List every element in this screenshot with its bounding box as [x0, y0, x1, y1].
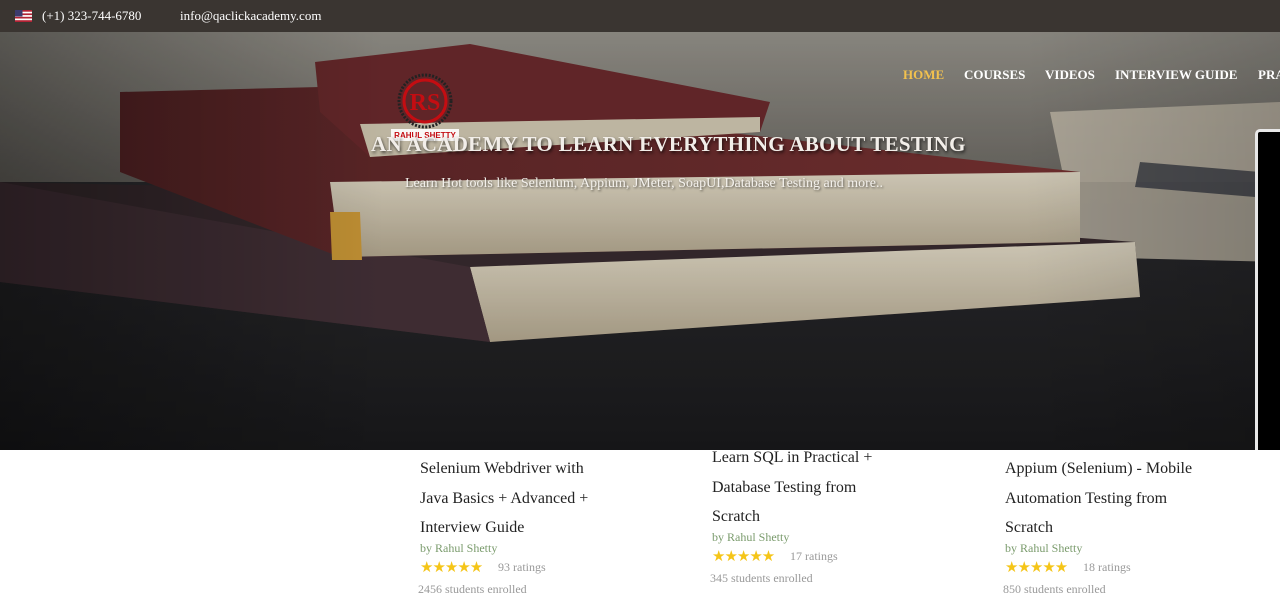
- students-enrolled: 850 students enrolled: [1003, 581, 1106, 596]
- nav-practice[interactable]: PRA: [1258, 67, 1280, 83]
- course-title-line: Learn SQL in Practical +: [712, 449, 873, 466]
- star-rating-icon: ★★★★★: [712, 549, 775, 565]
- us-flag-icon: [15, 10, 32, 22]
- top-contact-bar: (+1) 323-744-6780 info@qaclickacademy.co…: [0, 0, 1280, 32]
- course-title-line: Java Basics + Advanced +: [420, 489, 589, 507]
- star-rating-icon: ★★★★★: [1005, 560, 1068, 576]
- hero-banner: RS RAHUL SHETTY: [0, 32, 1280, 450]
- course-author: by Rahul Shetty: [712, 529, 790, 544]
- nav-home[interactable]: HOME: [903, 67, 944, 83]
- nav-videos[interactable]: VIDEOS: [1045, 67, 1095, 83]
- course-card[interactable]: Learn SQL in Practical + Database Testin…: [710, 443, 962, 586]
- ratings-count: 93 ratings: [498, 560, 546, 574]
- hero-books-image: [0, 32, 1280, 450]
- nav-interview-guide[interactable]: INTERVIEW GUIDE: [1115, 67, 1237, 83]
- course-title-line: Selenium Webdriver with: [420, 460, 584, 477]
- course-title-line: Scratch: [712, 508, 760, 525]
- email-link[interactable]: info@qaclickacademy.com: [180, 8, 321, 24]
- course-author: by Rahul Shetty: [420, 540, 498, 555]
- course-title-line: Interview Guide: [420, 519, 525, 536]
- course-rating: ★★★★★ 18 ratings: [1005, 560, 1275, 576]
- course-title-line: Appium (Selenium) - Mobile: [1005, 460, 1193, 477]
- hero-subtitle: Learn Hot tools like Selenium, Appium, J…: [405, 176, 883, 191]
- ratings-count: 18 ratings: [1083, 560, 1131, 574]
- course-title-line: Database Testing from: [712, 478, 857, 496]
- course-rating: ★★★★★ 17 ratings: [712, 549, 962, 565]
- phone-number[interactable]: (+1) 323-744-6780: [42, 8, 141, 24]
- course-title[interactable]: Appium (Selenium) - Mobile Automation Te…: [1005, 454, 1275, 543]
- star-rating-icon: ★★★★★: [420, 560, 483, 576]
- course-title-line: Automation Testing from: [1005, 489, 1168, 507]
- side-panel: [1255, 129, 1280, 450]
- nav-courses[interactable]: COURSES: [964, 67, 1025, 83]
- course-card[interactable]: Selenium Webdriver with Java Basics + Ad…: [418, 454, 670, 597]
- course-title[interactable]: Selenium Webdriver with Java Basics + Ad…: [420, 454, 670, 543]
- students-enrolled: 345 students enrolled: [710, 570, 813, 585]
- course-title[interactable]: Learn SQL in Practical + Database Testin…: [712, 443, 962, 532]
- course-card[interactable]: Appium (Selenium) - Mobile Automation Te…: [1003, 454, 1275, 597]
- students-enrolled: 2456 students enrolled: [418, 581, 527, 596]
- course-rating: ★★★★★ 93 ratings: [420, 560, 670, 576]
- svg-text:RS: RS: [410, 90, 441, 116]
- ratings-count: 17 ratings: [790, 549, 838, 563]
- course-title-line: Scratch: [1005, 519, 1053, 536]
- course-author: by Rahul Shetty: [1005, 540, 1083, 555]
- hero-title-text: AN ACADEMY TO LEARN EVERYTHING ABOUT TES…: [371, 132, 966, 156]
